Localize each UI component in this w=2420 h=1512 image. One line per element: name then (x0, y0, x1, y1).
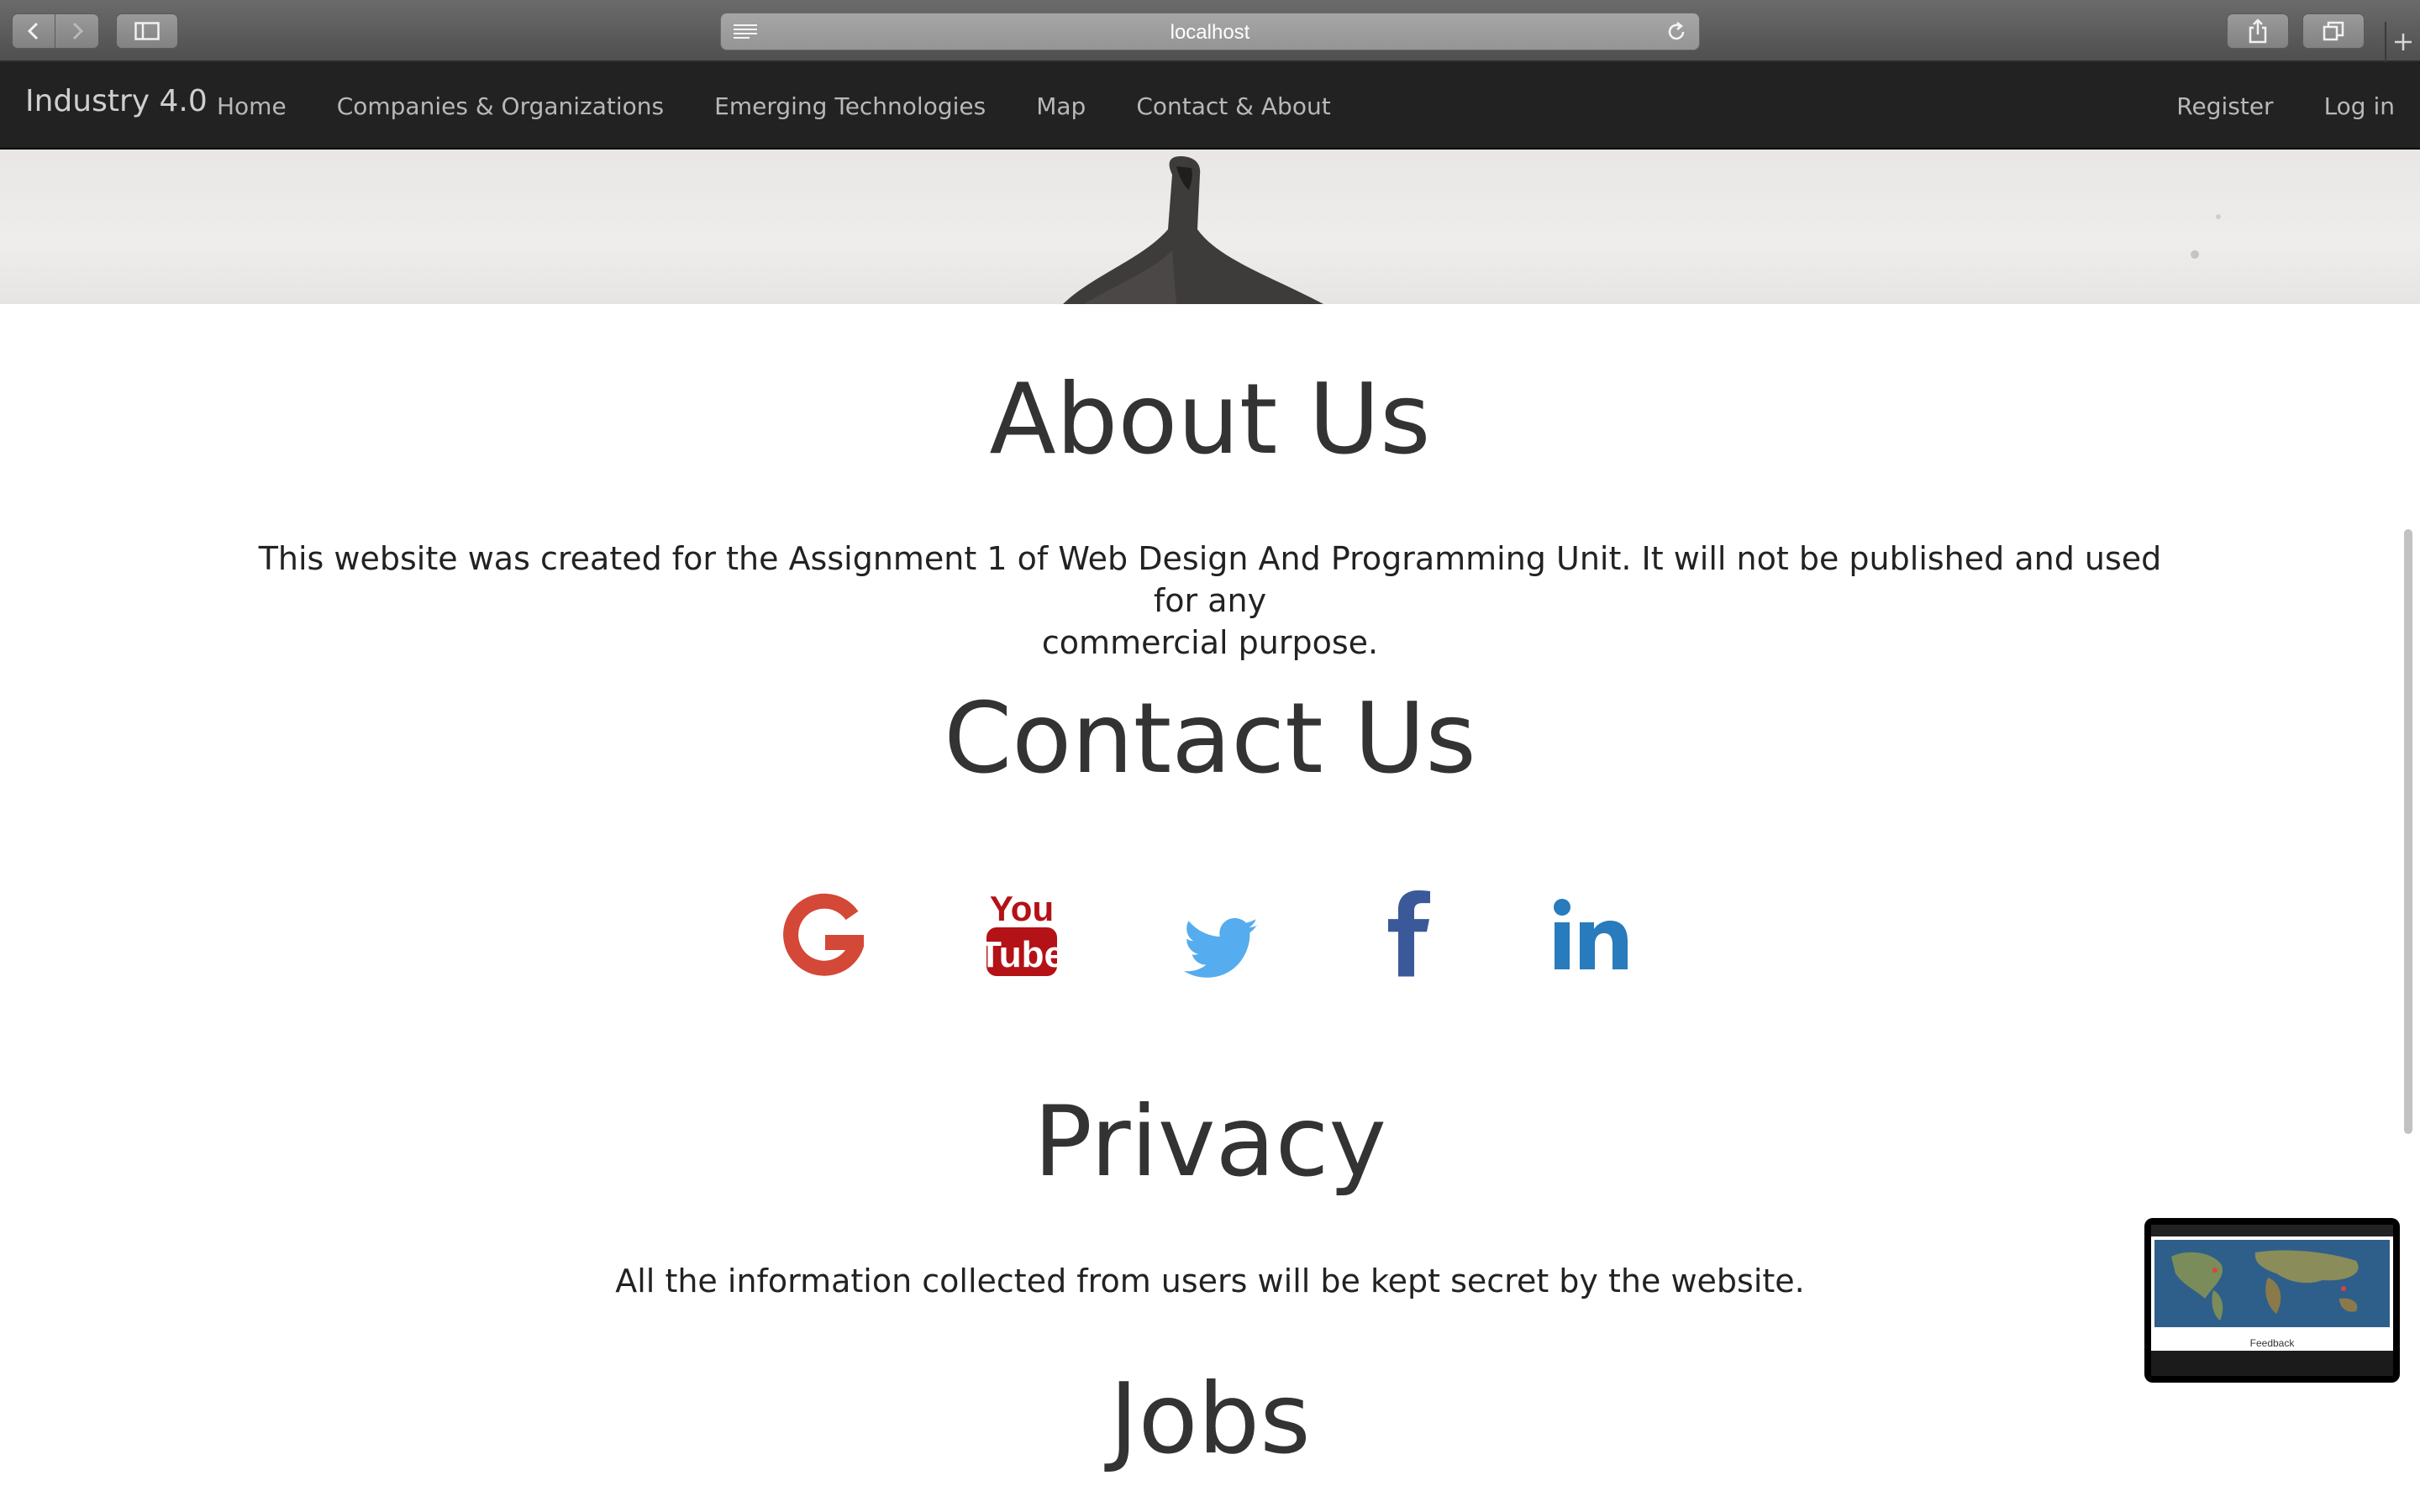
chevron-right-icon (72, 22, 83, 40)
about-text: This website was created for the Assignm… (252, 538, 2168, 664)
youtube-you-text: You (990, 890, 1054, 928)
page-scrollbar[interactable] (2404, 529, 2412, 1134)
nav-contact-about[interactable]: Contact & About (1136, 92, 1330, 120)
feedback-preview-screen: Feedback (2151, 1225, 2393, 1376)
twitter-link[interactable] (1181, 890, 1261, 991)
nav-register[interactable]: Register (2176, 92, 2273, 120)
google-link[interactable] (783, 890, 867, 991)
sidebar-toggle-button[interactable] (116, 13, 178, 49)
feedback-preview-thumbnail[interactable]: Feedback (2144, 1218, 2400, 1383)
nav-home[interactable]: Home (217, 92, 287, 120)
twitter-icon (1183, 918, 1258, 978)
youtube-link[interactable]: You Tube (979, 889, 1065, 991)
thumbnail-footer (2151, 1351, 2393, 1376)
world-map-graphic (2171, 1250, 2359, 1320)
tabs-icon (2323, 21, 2344, 41)
thumbnail-navbar (2151, 1225, 2393, 1236)
history-buttons (12, 13, 99, 50)
reload-icon[interactable] (1665, 21, 1687, 43)
plus-icon (2395, 34, 2412, 50)
url-text: localhost (1170, 21, 1250, 44)
about-text-line1: This website was created for the Assignm… (258, 540, 2162, 619)
youtube-tube-text: Tube (983, 934, 1060, 975)
hero-photo-graphic (1063, 156, 2221, 304)
facebook-icon (1388, 890, 1430, 977)
forward-button[interactable] (55, 13, 99, 49)
nav-login[interactable]: Log in (2324, 92, 2395, 120)
hero-image (0, 150, 2420, 304)
google-icon (783, 893, 867, 976)
nav-emerging-technologies[interactable]: Emerging Technologies (714, 92, 986, 120)
share-button[interactable] (2227, 13, 2289, 49)
linkedin-icon (1554, 899, 1628, 969)
new-tab-button[interactable] (2385, 22, 2420, 62)
jobs-heading: Jobs (1109, 1362, 1311, 1476)
brand-link[interactable]: Industry 4.0 (25, 84, 208, 118)
nav-companies[interactable]: Companies & Organizations (337, 92, 664, 120)
feedback-label: Feedback (2249, 1337, 2295, 1349)
sidebar-icon (134, 22, 160, 40)
chevron-left-icon (27, 22, 39, 40)
contact-heading: Contact Us (944, 682, 1476, 795)
privacy-text: All the information collected from users… (615, 1263, 1805, 1299)
youtube-icon: You Tube (979, 889, 1065, 976)
share-icon (2249, 18, 2267, 44)
browser-toolbar: localhost (0, 0, 2420, 62)
nav-map[interactable]: Map (1036, 92, 1086, 120)
auth-links: Register Log in (2126, 62, 2395, 150)
nav-links: Home Companies & Organizations Emerging … (217, 62, 1381, 150)
back-button[interactable] (12, 13, 55, 49)
facebook-link[interactable] (1385, 890, 1432, 991)
address-bar[interactable]: localhost (720, 13, 1700, 50)
site-navbar: Industry 4.0 Home Companies & Organizati… (0, 62, 2420, 150)
tabs-overview-button[interactable] (2302, 13, 2365, 49)
about-text-line2: commercial purpose. (1041, 624, 1379, 661)
about-heading: About Us (989, 363, 1431, 476)
privacy-heading: Privacy (1034, 1085, 1386, 1199)
thumbnail-map (2154, 1240, 2390, 1327)
linkedin-link[interactable] (1553, 890, 1630, 991)
